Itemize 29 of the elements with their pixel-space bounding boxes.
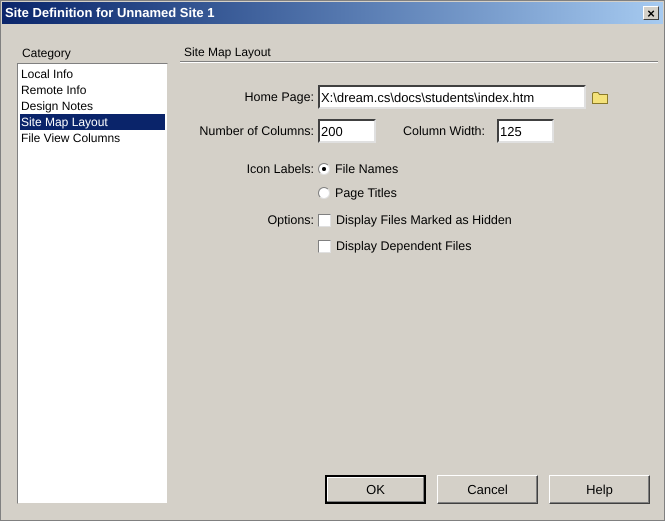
radio-button[interactable] [318,187,330,199]
field-label: Options: [266,212,315,229]
close-button[interactable]: × [643,6,659,20]
field-label: Home Page: [244,88,315,106]
category-label: Category [21,45,72,62]
option-label[interactable]: Display Files Marked as Hidden [336,210,512,230]
option-label[interactable]: Display Dependent Files [336,236,472,256]
category-item[interactable]: File View Columns [20,130,165,146]
option-label[interactable]: Page Titles [335,184,397,202]
radio-button[interactable] [318,163,330,175]
field-label: Number of Columns: [198,122,315,140]
window-title: Site Definition for Unnamed Site 1 [5,4,214,22]
category-item[interactable]: Design Notes [20,98,165,114]
field-label: Column Width: [403,122,486,140]
dialog-button[interactable]: OK [325,475,426,504]
column-width-field[interactable]: 125 [497,119,554,143]
category-item[interactable]: Site Map Layout [20,114,165,130]
panel-title: Site Map Layout [183,44,272,61]
category-item[interactable]: Local Info [20,66,165,82]
category-item[interactable]: Remote Info [20,82,165,98]
folder-icon[interactable] [592,90,608,104]
field-label: Icon Labels: [246,160,315,178]
dialog-button[interactable]: Help [549,475,650,504]
dialog-button[interactable]: Cancel [437,475,538,504]
checkbox[interactable] [318,214,331,226]
columns-field[interactable]: 200 [318,119,376,143]
home-page-field[interactable]: X:\dream.cs\docs\students\index.htm [318,85,586,109]
checkbox[interactable] [318,240,331,252]
option-label[interactable]: File Names [335,160,398,178]
